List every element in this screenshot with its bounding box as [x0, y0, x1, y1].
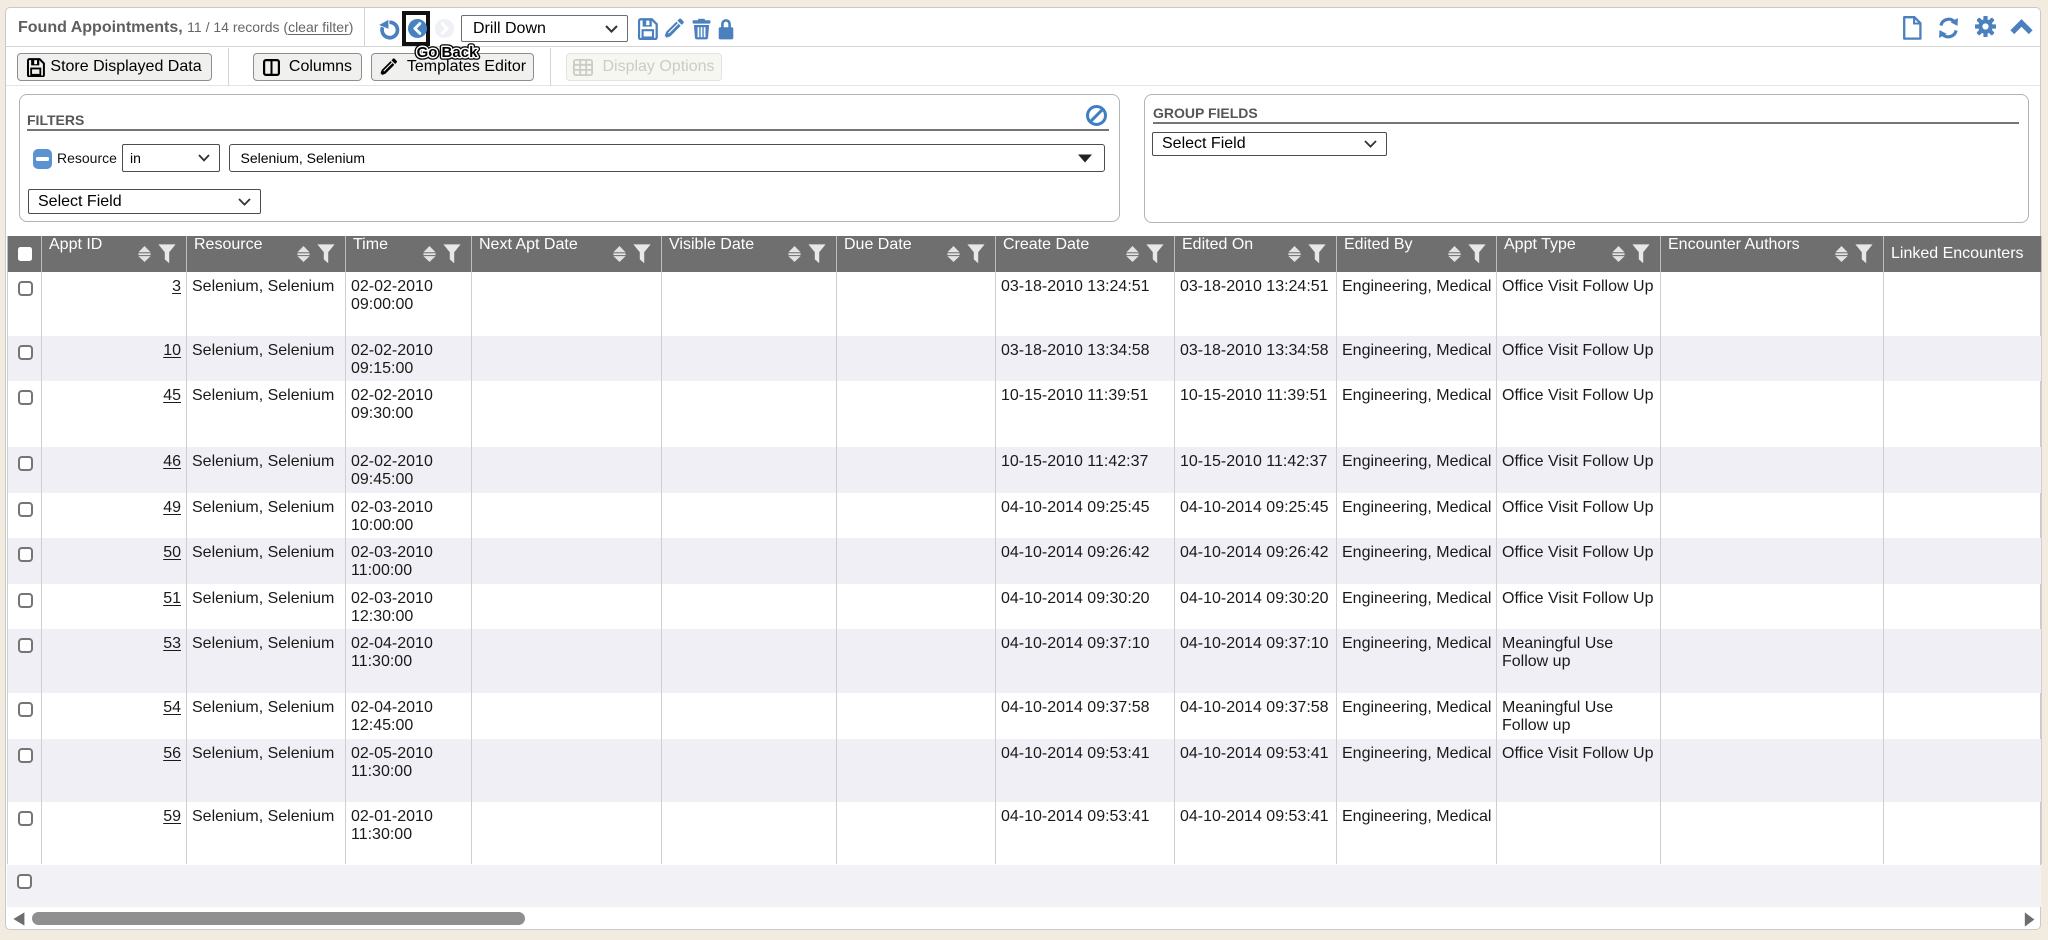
svg-text:Go Back: Go Back	[417, 44, 479, 61]
